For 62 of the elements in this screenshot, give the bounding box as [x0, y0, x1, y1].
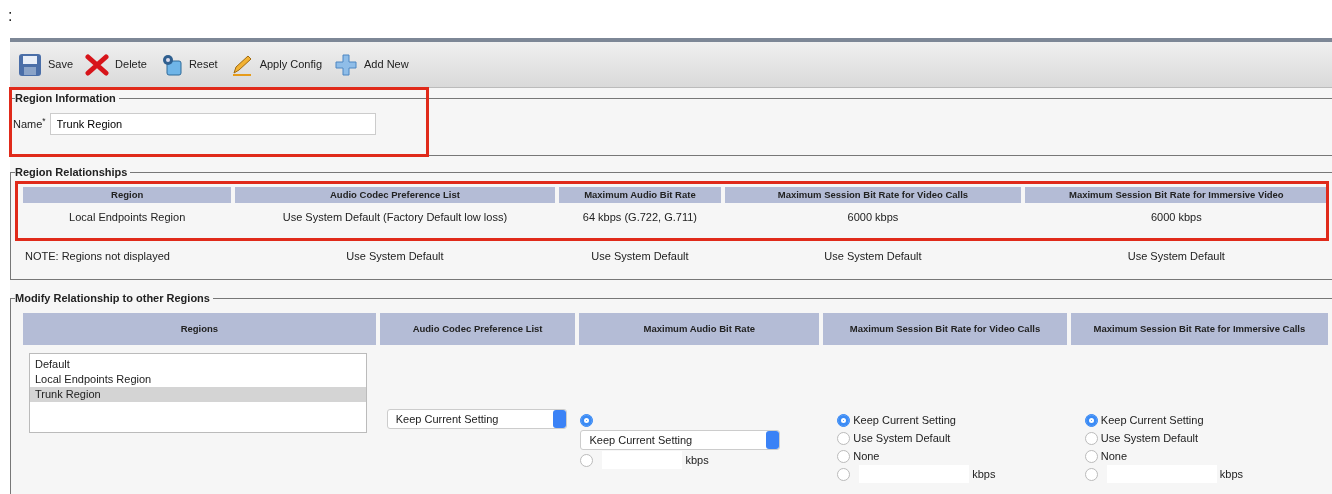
- unit-label: kbps: [685, 452, 709, 468]
- column-header: Maximum Session Bit Rate for Video Calls: [823, 313, 1067, 345]
- list-item[interactable]: Default: [30, 357, 366, 372]
- plus-icon: [334, 52, 358, 77]
- option-label: None: [1100, 448, 1128, 464]
- table-cell-text: Use System Default: [345, 248, 445, 264]
- toolbar-button[interactable]: Add New: [332, 52, 411, 77]
- column-header: Region: [23, 187, 232, 203]
- dropdown[interactable]: Keep Current Setting: [386, 409, 567, 429]
- radio-button[interactable]: [580, 453, 594, 467]
- option-label: Use System Default: [1100, 430, 1198, 446]
- toolbar-button[interactable]: Delete: [83, 52, 149, 77]
- column-header: Maximum Session Bit Rate for Immersive Video: [1024, 187, 1328, 203]
- option-label: Keep Current Setting: [853, 412, 956, 428]
- list-item[interactable]: Local Endpoints Region: [30, 372, 366, 387]
- column-header: Maximum Audio Bit Rate: [579, 313, 820, 345]
- radio-button[interactable]: [580, 413, 594, 427]
- option-label: Use System Default: [853, 430, 951, 446]
- field-label: Name$^{*}$: [13, 115, 46, 132]
- column-header: Maximum Session Bit Rate for Immersive Calls: [1070, 313, 1328, 345]
- colon-mark: :: [7, 6, 13, 26]
- table-cell-text: Use System Default: [590, 248, 690, 264]
- radio-button[interactable]: [1084, 431, 1098, 445]
- region-listbox[interactable]: Default Local Endpoints Region Trunk Region: [29, 353, 367, 433]
- section-legend: Modify Relationship to other Regions: [15, 291, 213, 305]
- table-cell-text: NOTE: Regions not displayed: [24, 248, 171, 264]
- radio-button[interactable]: [1084, 413, 1098, 427]
- unit-label: kbps: [972, 466, 996, 482]
- radio-button[interactable]: [1084, 449, 1098, 463]
- radio-button[interactable]: [1084, 467, 1098, 481]
- table-cell-text: Local Endpoints Region: [68, 210, 187, 225]
- column-header: Audio Codec Preference List: [379, 313, 576, 345]
- column-header: Maximum Audio Bit Rate: [558, 187, 722, 203]
- toolbar-button[interactable]: Apply Config: [227, 52, 324, 77]
- table-cell-text: 64 kbps (G.722, G.711): [581, 210, 698, 225]
- close-icon: [85, 52, 110, 77]
- radio-button[interactable]: [837, 431, 851, 445]
- table-cell-text: 6000 kbps: [1149, 210, 1203, 225]
- column-header: Audio Codec Preference List: [235, 187, 555, 203]
- radio-button[interactable]: [837, 413, 851, 427]
- table-cell-text: 6000 kbps: [846, 210, 900, 225]
- save-icon: [18, 52, 42, 77]
- table-cell-text: Use System Default (Factory Default low loss): [281, 210, 509, 225]
- dropdown[interactable]: Keep Current Setting: [580, 430, 781, 450]
- toolbar-button[interactable]: Save: [16, 52, 76, 77]
- stepper-icon: [552, 410, 566, 428]
- radio-button[interactable]: [837, 467, 851, 481]
- column-header: Maximum Session Bit Rate for Video Calls: [725, 187, 1021, 203]
- section-legend: Region Information: [15, 91, 119, 105]
- option-label: None: [853, 448, 880, 464]
- toolbar-button[interactable]: Reset: [156, 52, 220, 77]
- unit-label: kbps: [1219, 466, 1244, 482]
- name-field[interactable]: Trunk Region: [49, 113, 376, 135]
- radio-button[interactable]: [837, 449, 851, 463]
- stepper-icon: [766, 431, 780, 449]
- table-cell-text: Use System Default: [823, 248, 923, 264]
- option-label: Keep Current Setting: [1100, 412, 1204, 428]
- column-header: Regions: [23, 313, 376, 345]
- list-item[interactable]: Trunk Region: [30, 387, 366, 402]
- section-legend: Region Relationships: [15, 165, 131, 179]
- bit-rate-field[interactable]: [602, 451, 683, 469]
- table-cell-text: Use System Default: [1126, 248, 1226, 264]
